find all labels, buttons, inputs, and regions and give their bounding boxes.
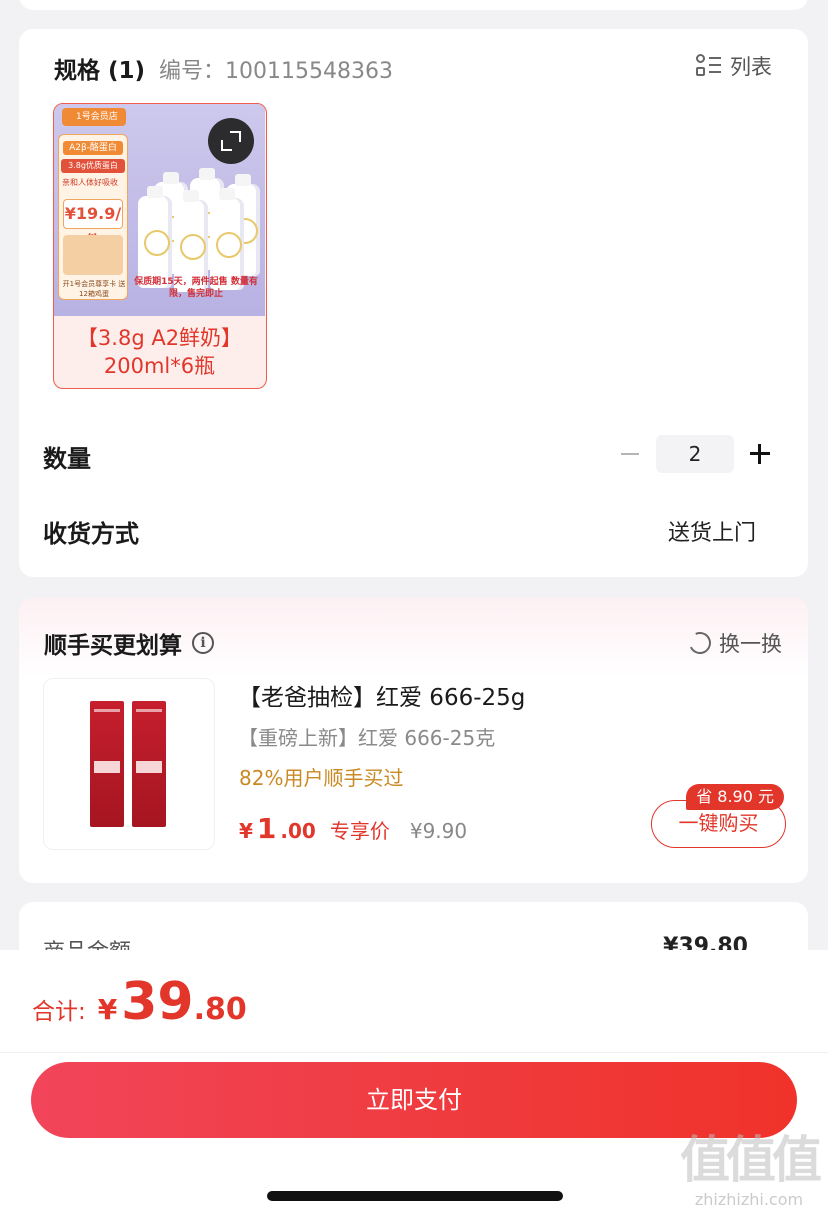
promo-eggs-image: [63, 235, 123, 275]
spec-title: 规格 (1): [54, 58, 146, 84]
product-stick: [132, 701, 166, 827]
promo-tag: A2β-酪蛋白: [63, 141, 123, 155]
list-view-toggle[interactable]: 列表: [696, 51, 772, 81]
addon-price: ¥ 1 .00 专享价 ¥9.90: [239, 812, 467, 845]
promo-panel: A2β-酪蛋白 3.8g优质蛋白 亲和人体好吸收 ¥19.9/件 开1号会员尊享…: [58, 134, 128, 300]
plus-icon[interactable]: [748, 442, 772, 466]
addon-product-name[interactable]: 【老爸抽检】红爱 666-25g: [238, 678, 525, 712]
promo-price: ¥19.9/件: [63, 199, 123, 251]
refresh-icon: [685, 628, 715, 658]
addon-product-subtitle: 【重磅上新】红爱 666-25克: [238, 726, 496, 750]
previous-card-edge: [19, 0, 808, 10]
promo-protein: 3.8g优质蛋白: [61, 159, 125, 173]
product-code: 编号：100115548363: [159, 59, 394, 84]
variant-label-line2: 200ml*6瓶: [103, 354, 216, 378]
price-decimal: .00: [280, 819, 316, 843]
quantity-value[interactable]: 2: [656, 435, 734, 473]
total-label: 合计:: [32, 999, 86, 1025]
variant-option-selected[interactable]: 1号会员店 A2β-酪蛋白 3.8g优质蛋白 亲和人体好吸收 ¥19.9/件 开…: [53, 103, 267, 389]
refresh-button[interactable]: 换一换: [685, 628, 782, 658]
addon-card: 顺手买更划算 i 换一换 【老爸抽检】红爱 666-25g 【重磅上新】红爱 6…: [19, 598, 808, 883]
variant-label-line1: 【3.8g A2鲜奶】: [76, 326, 243, 350]
price-symbol: ¥: [239, 819, 253, 843]
pay-now-button[interactable]: 立即支付: [31, 1062, 797, 1138]
spec-header: 规格 (1) 编号：100115548363: [54, 51, 393, 85]
list-view-icon: [696, 54, 722, 78]
info-icon[interactable]: i: [192, 632, 214, 654]
original-price: ¥9.90: [409, 819, 468, 843]
list-view-label: 列表: [730, 55, 772, 79]
total-decimal: .80: [193, 992, 247, 1027]
spec-card: 规格 (1) 编号：100115548363 列表 1号会员店 A2β-酪蛋白 …: [19, 29, 808, 577]
price-integer: 1: [256, 812, 277, 845]
quantity-label: 数量: [43, 445, 91, 473]
addon-title: 顺手买更划算 i: [44, 626, 214, 660]
watermark-main: 值值值: [680, 1131, 822, 1189]
refresh-label: 换一换: [719, 632, 782, 656]
variant-image: 1号会员店 A2β-酪蛋白 3.8g优质蛋白 亲和人体好吸收 ¥19.9/件 开…: [54, 104, 265, 316]
home-indicator[interactable]: [267, 1191, 563, 1201]
addon-title-text: 顺手买更划算: [44, 633, 182, 659]
divider: [0, 1052, 828, 1053]
order-total: 合计: ¥ 39 .80: [32, 972, 247, 1032]
minus-icon[interactable]: [618, 442, 642, 466]
addon-product-image[interactable]: [43, 678, 215, 850]
save-badge: 省 8.90 元: [686, 784, 784, 810]
site-watermark: 值值值 zhizhizhi.com: [676, 1130, 822, 1216]
total-symbol: ¥: [97, 993, 118, 1026]
product-stick: [90, 701, 124, 827]
total-integer: 39: [121, 972, 194, 1032]
store-badge: 1号会员店: [62, 108, 126, 126]
addon-purchase-rate: 82%用户顺手买过: [239, 766, 404, 790]
milk-bottle: [138, 186, 172, 288]
quantity-stepper: 2: [618, 435, 772, 473]
expand-icon[interactable]: [208, 118, 254, 164]
variant-label: 【3.8g A2鲜奶】 200ml*6瓶: [54, 316, 265, 388]
promo-sticker: 保质期15天，两件起售 数量有限，售完即止: [134, 277, 258, 299]
shipping-value[interactable]: 送货上门: [668, 515, 756, 547]
watermark-url: zhizhizhi.com: [694, 1190, 804, 1209]
shipping-label: 收货方式: [43, 520, 139, 548]
price-tag: 专享价: [329, 819, 390, 843]
promo-gift: 开1号会员尊享卡 送12箱鸡蛋: [62, 280, 126, 298]
promo-slogan: 亲和人体好吸收: [62, 178, 118, 187]
